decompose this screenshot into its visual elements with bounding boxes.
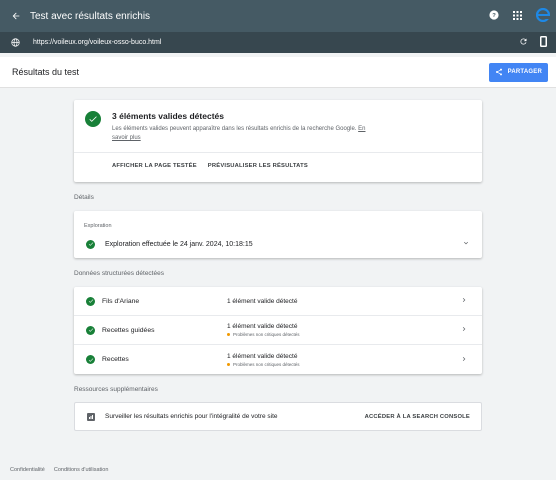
structured-row-guided-recipes[interactable]: Recettes guidées 1 élément valide détect…	[74, 316, 482, 345]
share-button[interactable]: PARTAGER	[488, 62, 548, 82]
check-icon	[86, 296, 95, 306]
chevron-down-icon[interactable]	[462, 239, 470, 249]
back-arrow-icon[interactable]	[8, 8, 24, 24]
row-status: 1 élément valide détecté Problèmes non c…	[227, 323, 300, 337]
structured-data-card: Fils d'Ariane 1 élément valide détecté R…	[74, 287, 482, 374]
exploration-card: Exploration Exploration effectuée le 24 …	[74, 211, 482, 258]
row-warning: Problèmes non critiques détectés	[227, 332, 300, 337]
exploration-label: Exploration effectuée le 24 janv. 2024, …	[105, 240, 253, 248]
resources-card: Surveiller les résultats enrichis pour l…	[74, 402, 482, 431]
share-label: PARTAGER	[507, 69, 542, 75]
browser-logo-icon[interactable]	[535, 7, 551, 24]
results-header: Résultats du test PARTAGER	[0, 57, 556, 88]
terms-link[interactable]: Conditions d'utilisation	[54, 467, 109, 473]
chevron-right-icon[interactable]	[460, 355, 468, 365]
device-icon[interactable]	[540, 36, 547, 49]
row-warning-text: Problèmes non critiques détectés	[233, 332, 300, 337]
summary-description: Les éléments valides peuvent apparaître …	[112, 125, 372, 143]
row-name: Recettes	[102, 356, 129, 363]
summary-description-text: Les éléments valides peuvent apparaître …	[112, 126, 357, 132]
chevron-right-icon[interactable]	[460, 325, 468, 335]
app-title: Test avec résultats enrichis	[30, 10, 151, 22]
row-name: Recettes guidées	[102, 326, 155, 334]
structured-section-label: Données structurées détectées	[74, 270, 164, 277]
reload-icon[interactable]	[519, 37, 528, 48]
chevron-right-icon[interactable]	[460, 296, 468, 306]
row-valid-text: 1 élément valide détecté	[227, 323, 298, 330]
check-icon	[86, 239, 95, 249]
row-warning: Problèmes non critiques détectés	[227, 362, 300, 367]
privacy-link[interactable]: Confidentialité	[10, 467, 45, 473]
details-section-label: Détails	[74, 194, 94, 201]
structured-row-breadcrumbs[interactable]: Fils d'Ariane 1 élément valide détecté	[74, 287, 482, 316]
check-icon	[85, 111, 101, 127]
help-icon[interactable]: ?	[489, 10, 499, 22]
exploration-row[interactable]: Exploration effectuée le 24 janv. 2024, …	[86, 238, 470, 250]
search-console-icon	[87, 412, 95, 421]
preview-results-button[interactable]: PRÉVISUALISER LES RÉSULTATS	[208, 163, 308, 169]
svg-text:?: ?	[492, 13, 496, 19]
summary-actions: AFFICHER LA PAGE TESTÉE PRÉVISUALISER LE…	[112, 163, 308, 169]
url-bar: https://voileux.org/voileux-osso-buco.ht…	[0, 32, 556, 53]
url-text[interactable]: https://voileux.org/voileux-osso-buco.ht…	[33, 39, 161, 46]
exploration-heading: Exploration	[84, 223, 112, 229]
search-console-link[interactable]: ACCÉDER À LA SEARCH CONSOLE	[365, 414, 470, 420]
row-warning-text: Problèmes non critiques détectés	[233, 361, 300, 367]
check-icon	[86, 325, 95, 335]
check-icon	[86, 355, 95, 364]
footer: Confidentialité Conditions d'utilisation	[10, 467, 108, 473]
row-name: Fils d'Ariane	[102, 297, 140, 305]
share-icon	[495, 68, 502, 76]
resources-section-label: Ressources supplémentaires	[74, 386, 158, 393]
row-valid-text: 1 élément valide détecté	[227, 297, 298, 305]
row-valid-text: 1 élément valide détecté	[227, 352, 298, 360]
top-app-bar: Test avec résultats enrichis ?	[0, 0, 556, 32]
page-title: Résultats du test	[12, 67, 80, 77]
warning-dot-icon	[227, 333, 230, 336]
row-status: 1 élément valide détecté Problèmes non c…	[227, 353, 300, 367]
resources-text: Surveiller les résultats enrichis pour l…	[105, 413, 278, 420]
row-status: 1 élément valide détecté	[227, 298, 297, 305]
structured-row-recipes[interactable]: Recettes 1 élément valide détecté Problè…	[74, 345, 482, 374]
summary-card: 3 éléments valides détectés Les éléments…	[74, 100, 482, 182]
divider	[74, 152, 482, 153]
summary-title: 3 éléments valides détectés	[112, 111, 224, 121]
apps-grid-icon[interactable]	[513, 10, 522, 22]
warning-dot-icon	[227, 362, 230, 366]
view-tested-page-button[interactable]: AFFICHER LA PAGE TESTÉE	[112, 163, 197, 169]
globe-icon	[10, 38, 20, 48]
